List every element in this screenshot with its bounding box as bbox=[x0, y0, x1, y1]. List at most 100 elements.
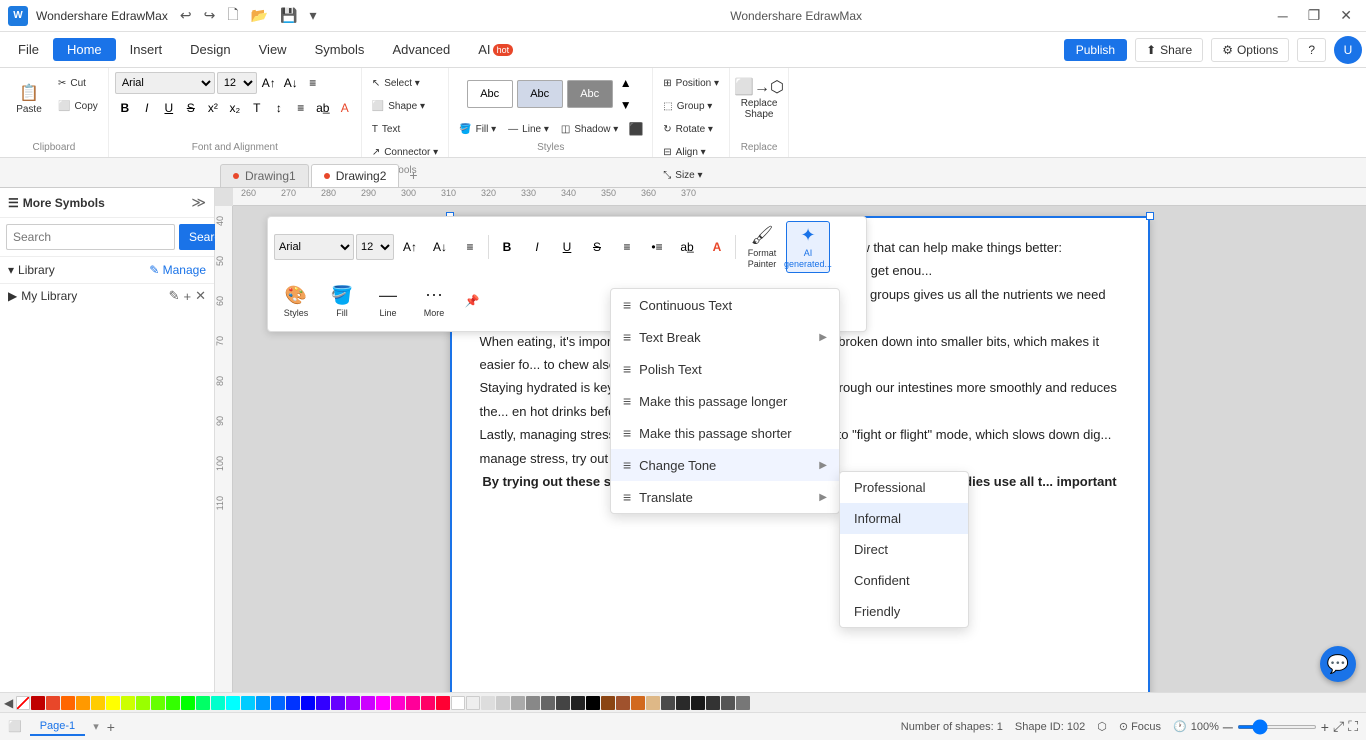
color-swatch-21[interactable] bbox=[331, 696, 345, 710]
ctx-translate[interactable]: ≡ Translate ▶ bbox=[611, 481, 839, 513]
float-more-btn[interactable]: ⋯ More bbox=[412, 275, 456, 327]
color-swatch-2[interactable] bbox=[46, 696, 60, 710]
color-swatch-5[interactable] bbox=[91, 696, 105, 710]
fill-btn[interactable]: 🪣 Fill ▾ bbox=[455, 118, 500, 140]
paste-btn[interactable]: 📋 Paste bbox=[6, 72, 52, 128]
font-select[interactable]: Arial bbox=[115, 72, 215, 94]
color-swatch-4[interactable] bbox=[76, 696, 90, 710]
color-swatch-24[interactable] bbox=[376, 696, 390, 710]
page-view-icon[interactable]: ⬜ bbox=[8, 720, 22, 733]
color-swatch-19[interactable] bbox=[301, 696, 315, 710]
color-swatch-38[interactable] bbox=[586, 696, 600, 710]
tab-drawing1[interactable]: Drawing1 bbox=[220, 164, 309, 187]
menu-file[interactable]: File bbox=[4, 38, 53, 61]
float-decrease-font-btn[interactable]: A↓ bbox=[426, 233, 454, 261]
color-swatch-39[interactable] bbox=[601, 696, 615, 710]
user-avatar[interactable]: U bbox=[1334, 36, 1362, 64]
underline-btn[interactable]: U bbox=[159, 98, 179, 118]
ctx-make-longer[interactable]: ≡ Make this passage longer bbox=[611, 385, 839, 417]
ctx-polish-text[interactable]: ≡ Polish Text bbox=[611, 353, 839, 385]
fit-page-btn[interactable]: ⤢ bbox=[1333, 718, 1344, 735]
add-page-btn[interactable]: + bbox=[107, 719, 115, 735]
rotate-btn[interactable]: ↻ Rotate ▾ bbox=[659, 118, 723, 140]
float-fill-btn[interactable]: 🪣 Fill bbox=[320, 275, 364, 327]
line-btn[interactable]: — Line ▾ bbox=[504, 118, 553, 140]
align-r-btn[interactable]: ⊟ Align ▾ bbox=[659, 141, 723, 163]
float-bold-btn[interactable]: B bbox=[493, 233, 521, 261]
library-edit-btn[interactable]: ✎ bbox=[169, 288, 180, 304]
new-btn[interactable]: 🗋 bbox=[223, 2, 242, 30]
page-tab-bottom[interactable]: Page-1 bbox=[30, 718, 85, 736]
color-swatch-37[interactable] bbox=[571, 696, 585, 710]
focus-btn[interactable]: ⊙ Focus bbox=[1119, 720, 1161, 733]
decrease-font-btn[interactable]: A↓ bbox=[281, 73, 301, 93]
highlight-btn[interactable]: ab̲ bbox=[313, 98, 333, 118]
color-swatch-44[interactable] bbox=[676, 696, 690, 710]
color-swatch-46[interactable] bbox=[706, 696, 720, 710]
ctx-make-shorter[interactable]: ≡ Make this passage shorter bbox=[611, 417, 839, 449]
replace-shape-btn[interactable]: ⬜→⬡ Replace Shape bbox=[736, 72, 782, 128]
page-dropdown-icon[interactable]: ▾ bbox=[93, 720, 99, 733]
select-btn[interactable]: ↖ Select ▾ bbox=[368, 72, 442, 94]
color-swatch-16[interactable] bbox=[256, 696, 270, 710]
library-title[interactable]: ▾ Library bbox=[8, 263, 55, 277]
color-swatch-15[interactable] bbox=[241, 696, 255, 710]
color-bar-arrow-left[interactable]: ◀ bbox=[4, 696, 13, 710]
zoom-slider[interactable] bbox=[1237, 725, 1317, 729]
zoom-in-btn[interactable]: + bbox=[1321, 719, 1329, 735]
search-input[interactable] bbox=[6, 224, 175, 250]
my-library-label[interactable]: ▶ My Library bbox=[8, 289, 77, 303]
color-swatch-33[interactable] bbox=[511, 696, 525, 710]
styles-expand-btn[interactable]: ⬛ bbox=[626, 119, 646, 139]
menu-home[interactable]: Home bbox=[53, 38, 116, 61]
tone-direct[interactable]: Direct bbox=[840, 534, 968, 565]
color-swatch-14[interactable] bbox=[226, 696, 240, 710]
color-swatch-17[interactable] bbox=[271, 696, 285, 710]
float-ai-btn[interactable]: ✦ AIgenerated... bbox=[786, 221, 830, 273]
italic-btn[interactable]: I bbox=[137, 98, 157, 118]
size-r-btn[interactable]: ⤡ Size ▾ bbox=[659, 164, 723, 186]
redo-btn[interactable]: ↪ bbox=[200, 5, 220, 26]
float-pin-btn[interactable]: 📌 bbox=[458, 287, 486, 315]
float-size-select[interactable]: 12 bbox=[356, 234, 394, 260]
share-btn[interactable]: ⬆ Share bbox=[1135, 38, 1203, 62]
ctx-change-tone[interactable]: ≡ Change Tone ▶ bbox=[611, 449, 839, 481]
color-swatch-13[interactable] bbox=[211, 696, 225, 710]
save-btn[interactable]: 💾 bbox=[276, 5, 301, 26]
color-swatch-3[interactable] bbox=[61, 696, 75, 710]
library-add-btn[interactable]: + bbox=[184, 288, 192, 304]
tone-professional[interactable]: Professional bbox=[840, 472, 968, 503]
color-swatch-41[interactable] bbox=[631, 696, 645, 710]
float-underline-btn[interactable]: U bbox=[553, 233, 581, 261]
zoom-out-btn[interactable]: ─ bbox=[1223, 719, 1233, 735]
maximize-btn[interactable]: ❐ bbox=[1302, 5, 1327, 26]
list-btn[interactable]: ≡ bbox=[291, 98, 311, 118]
publish-btn[interactable]: Publish bbox=[1064, 39, 1127, 61]
position-btn[interactable]: ⊞ Position ▾ bbox=[659, 72, 723, 94]
group-btn[interactable]: ⬚ Group ▾ bbox=[659, 95, 723, 117]
font-color-btn[interactable]: A bbox=[335, 98, 355, 118]
open-btn[interactable]: 📂 bbox=[247, 5, 272, 26]
color-swatch-28[interactable] bbox=[436, 696, 450, 710]
align-btn-r[interactable]: ≡ bbox=[303, 73, 323, 93]
color-swatch-48[interactable] bbox=[736, 696, 750, 710]
color-swatch-23[interactable] bbox=[361, 696, 375, 710]
style-btn-1[interactable]: Abc bbox=[467, 80, 513, 108]
close-btn[interactable]: ✕ bbox=[1334, 5, 1358, 26]
menu-insert[interactable]: Insert bbox=[116, 38, 177, 61]
library-close-btn[interactable]: ✕ bbox=[195, 288, 206, 304]
color-swatch-10[interactable] bbox=[166, 696, 180, 710]
options-btn[interactable]: ⚙ Options bbox=[1211, 38, 1289, 62]
style-btn-3[interactable]: Abc bbox=[567, 80, 613, 108]
ctx-text-break[interactable]: ≡ Text Break ▶ bbox=[611, 321, 839, 353]
superscript-btn[interactable]: x² bbox=[203, 98, 223, 118]
fullscreen-btn[interactable]: ⛶ bbox=[1348, 718, 1358, 735]
float-highlight-btn[interactable]: ab̲ bbox=[673, 233, 701, 261]
color-swatch-7[interactable] bbox=[121, 696, 135, 710]
color-swatch-40[interactable] bbox=[616, 696, 630, 710]
minimize-btn[interactable]: ─ bbox=[1272, 6, 1294, 26]
connector-btn[interactable]: ↗ Connector ▾ bbox=[368, 141, 442, 163]
color-swatch-18[interactable] bbox=[286, 696, 300, 710]
float-line-btn[interactable]: — Line bbox=[366, 275, 410, 327]
manage-link[interactable]: ✎ Manage bbox=[149, 263, 206, 277]
